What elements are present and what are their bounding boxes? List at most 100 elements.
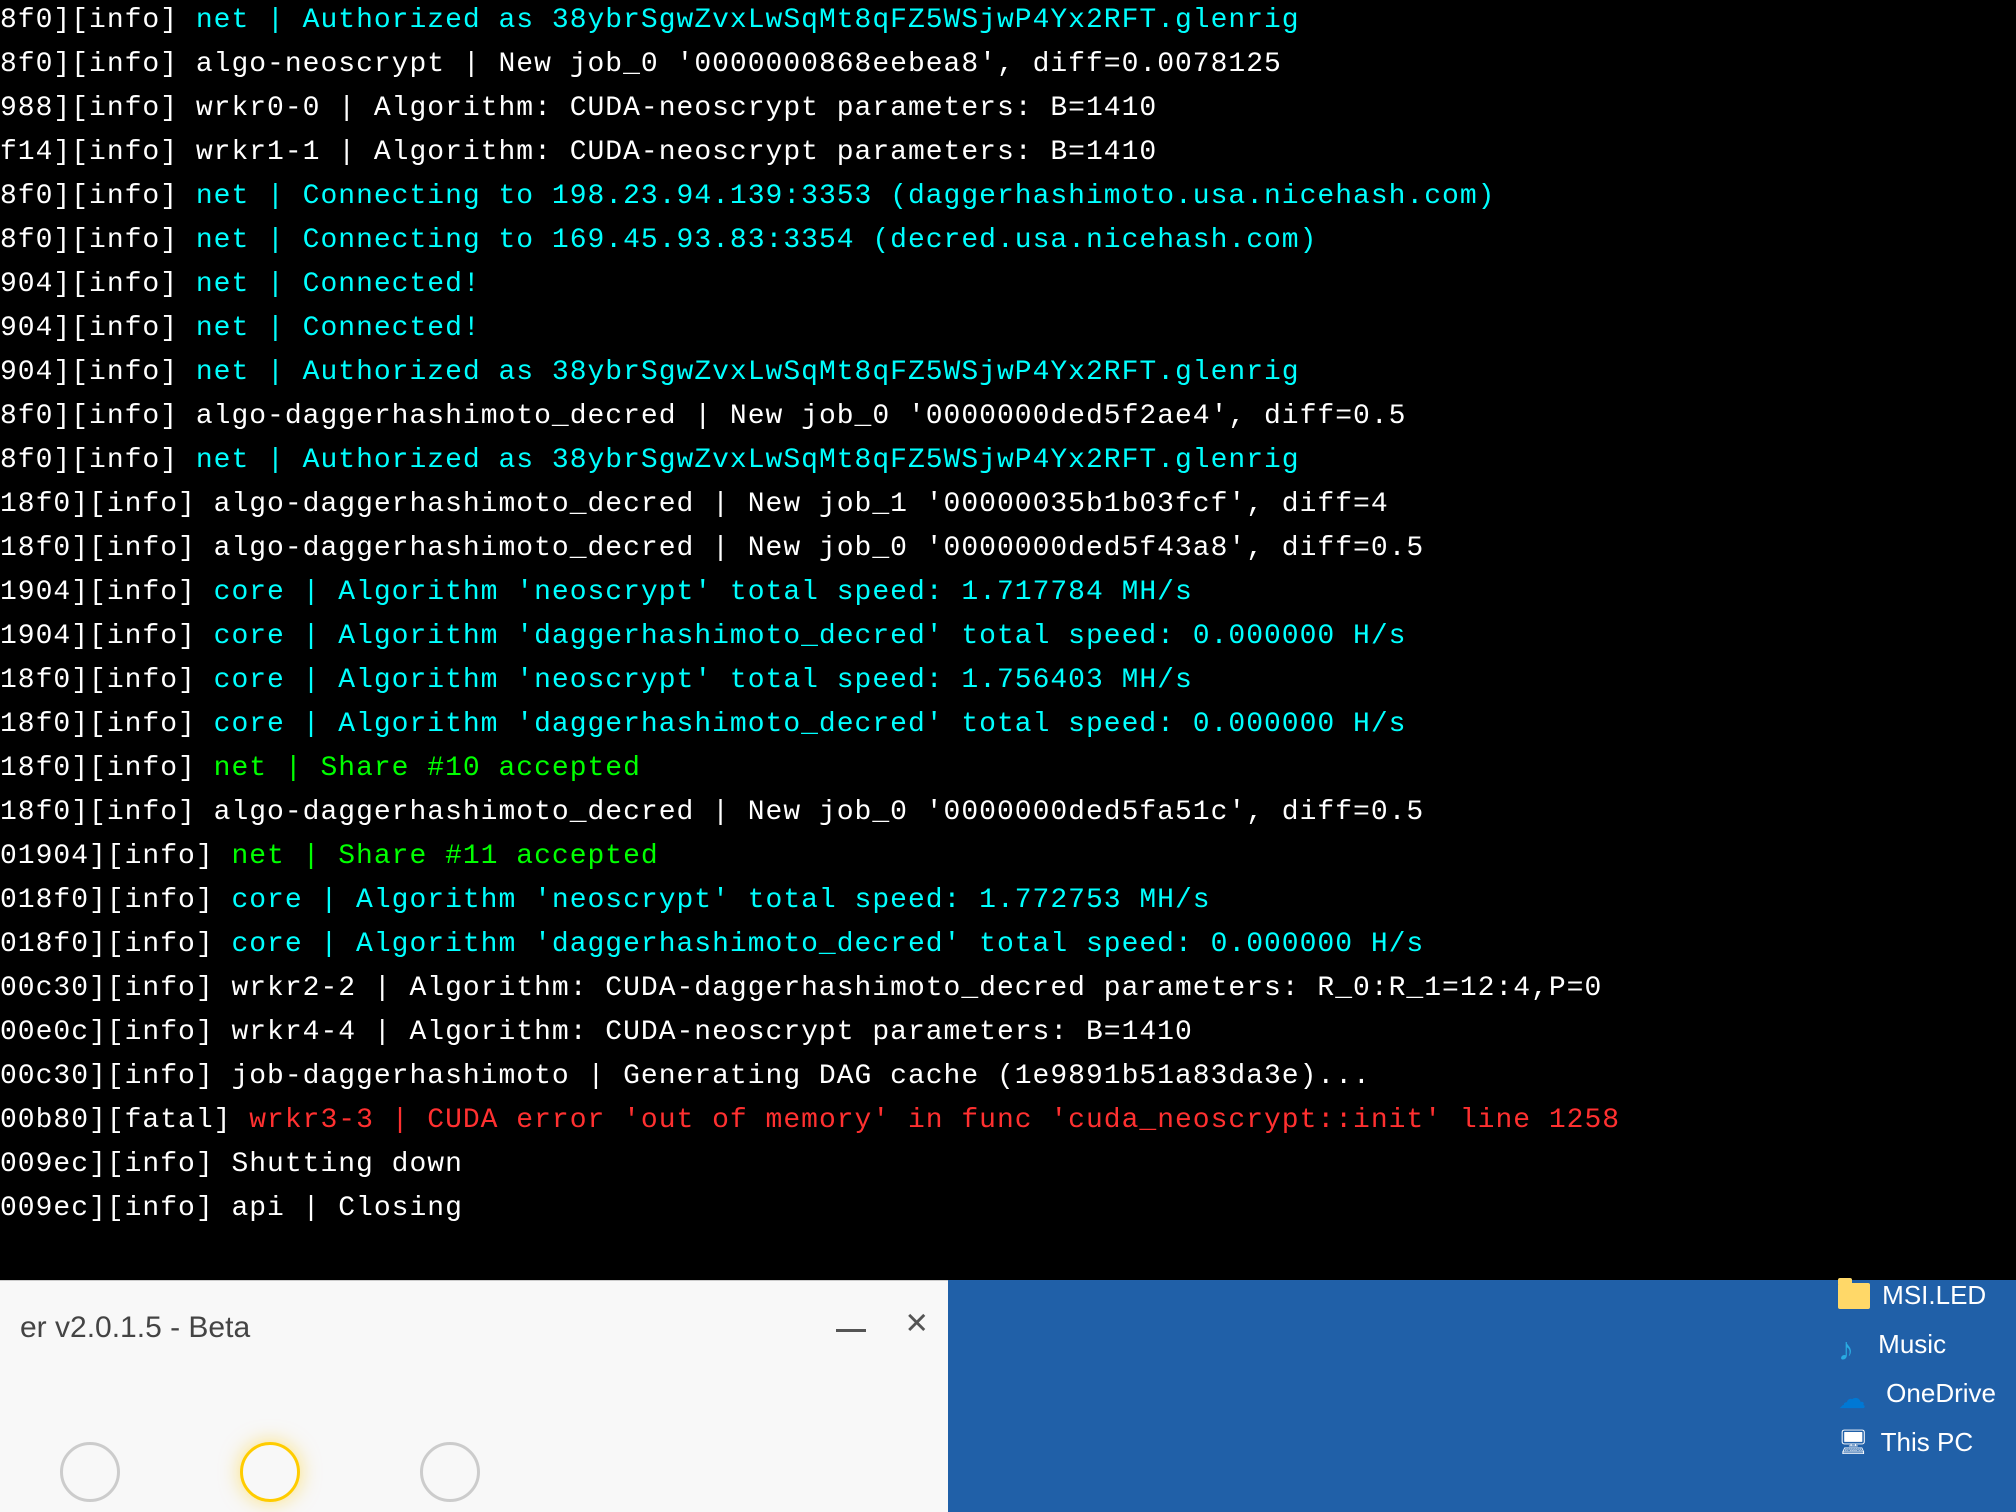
window-controls: ✕	[836, 1301, 928, 1344]
log-prefix: 00c30][info]	[0, 1061, 231, 1092]
log-prefix: 8f0][info]	[0, 181, 196, 212]
log-line: 1904][info] core | Algorithm 'daggerhash…	[0, 616, 2016, 658]
folder-icon	[1838, 1283, 1870, 1309]
close-button[interactable]: ✕	[906, 1301, 928, 1344]
log-message: Shutting down	[231, 1149, 462, 1180]
log-prefix: 18f0][info]	[0, 489, 214, 520]
log-message: net | Share #10 accepted	[214, 753, 641, 784]
log-line: 8f0][info] net | Connecting to 169.45.93…	[0, 220, 2016, 262]
log-message: wrkr4-4 | Algorithm: CUDA-neoscrypt para…	[231, 1017, 1192, 1048]
log-prefix: 18f0][info]	[0, 797, 214, 828]
desktop-icon-label: OneDrive	[1886, 1378, 1996, 1409]
log-message: wrkr2-2 | Algorithm: CUDA-daggerhashimot…	[231, 973, 1602, 1004]
desktop-icon-this-pc[interactable]: 🖥This PC	[1838, 1427, 1996, 1458]
minimize-button[interactable]	[836, 1329, 866, 1332]
desktop-icon-music[interactable]: ♪ Music	[1838, 1329, 1996, 1360]
log-prefix: 8f0][info]	[0, 445, 196, 476]
log-line: 00c30][info] wrkr2-2 | Algorithm: CUDA-d…	[0, 968, 2016, 1010]
log-prefix: 18f0][info]	[0, 753, 214, 784]
log-line: 8f0][info] algo-daggerhashimoto_decred |…	[0, 396, 2016, 438]
log-message: core | Algorithm 'neoscrypt' total speed…	[231, 885, 1210, 916]
log-line: 8f0][info] algo-neoscrypt | New job_0 '0…	[0, 44, 2016, 86]
log-prefix: 009ec][info]	[0, 1193, 231, 1224]
log-line: f14][info] wrkr1-1 | Algorithm: CUDA-neo…	[0, 132, 2016, 174]
pc-icon: 🖥	[1838, 1428, 1868, 1457]
desktop-icon-label: MSI.LED	[1882, 1280, 1986, 1311]
log-message: core | Algorithm 'neoscrypt' total speed…	[214, 577, 1193, 608]
log-message: net | Authorized as 38ybrSgwZvxLwSqMt8qF…	[196, 445, 1300, 476]
status-circle-3[interactable]	[420, 1442, 480, 1502]
log-line: 009ec][info] Shutting down	[0, 1144, 2016, 1186]
desktop-icon-msi-led[interactable]: MSI.LED	[1838, 1280, 1996, 1311]
log-prefix: 904][info]	[0, 357, 196, 388]
desktop-icon-label: Music	[1878, 1329, 1946, 1360]
log-message: core | Algorithm 'neoscrypt' total speed…	[214, 665, 1193, 696]
log-message: api | Closing	[231, 1193, 462, 1224]
log-line: 01904][info] net | Share #11 accepted	[0, 836, 2016, 878]
log-message: algo-daggerhashimoto_decred | New job_0 …	[214, 797, 1425, 828]
log-line: 8f0][info] net | Authorized as 38ybrSgwZ…	[0, 0, 2016, 42]
log-prefix: 18f0][info]	[0, 533, 214, 564]
log-line: 988][info] wrkr0-0 | Algorithm: CUDA-neo…	[0, 88, 2016, 130]
log-line: 1904][info] core | Algorithm 'neoscrypt'…	[0, 572, 2016, 614]
log-prefix: 009ec][info]	[0, 1149, 231, 1180]
log-prefix: 904][info]	[0, 269, 196, 300]
log-message: net | Authorized as 38ybrSgwZvxLwSqMt8qF…	[196, 5, 1300, 36]
onedrive-icon: ☁	[1838, 1382, 1874, 1406]
log-message: core | Algorithm 'daggerhashimoto_decred…	[214, 709, 1407, 740]
log-prefix: 8f0][info]	[0, 225, 196, 256]
log-message: net | Share #11 accepted	[231, 841, 658, 872]
log-line: 904][info] net | Authorized as 38ybrSgwZ…	[0, 352, 2016, 394]
log-line: 00b80][fatal] wrkr3-3 | CUDA error 'out …	[0, 1100, 2016, 1142]
desktop-background[interactable]: MSI.LED ♪ Music☁ OneDrive 🖥This PC	[948, 1280, 2016, 1512]
desktop-icons-list: MSI.LED ♪ Music☁ OneDrive 🖥This PC	[1838, 1280, 1996, 1458]
log-message: net | Authorized as 38ybrSgwZvxLwSqMt8qF…	[196, 357, 1300, 388]
log-message: net | Connecting to 198.23.94.139:3353 (…	[196, 181, 1496, 212]
log-prefix: 8f0][info]	[0, 5, 196, 36]
log-line: 18f0][info] core | Algorithm 'neoscrypt'…	[0, 660, 2016, 702]
log-line: 18f0][info] algo-daggerhashimoto_decred …	[0, 528, 2016, 570]
log-message: core | Algorithm 'daggerhashimoto_decred…	[214, 621, 1407, 652]
log-line: 018f0][info] core | Algorithm 'daggerhas…	[0, 924, 2016, 966]
log-prefix: 1904][info]	[0, 621, 214, 652]
log-message: algo-daggerhashimoto_decred | New job_0 …	[214, 533, 1425, 564]
log-line: 18f0][info] algo-daggerhashimoto_decred …	[0, 484, 2016, 526]
log-line: 00c30][info] job-daggerhashimoto | Gener…	[0, 1056, 2016, 1098]
log-line: 8f0][info] net | Authorized as 38ybrSgwZ…	[0, 440, 2016, 482]
log-line: 904][info] net | Connected!	[0, 264, 2016, 306]
log-line: 8f0][info] net | Connecting to 198.23.94…	[0, 176, 2016, 218]
log-line: 009ec][info] api | Closing	[0, 1188, 2016, 1230]
log-line: 904][info] net | Connected!	[0, 308, 2016, 350]
terminal-output[interactable]: 8f0][info] net | Authorized as 38ybrSgwZ…	[0, 0, 2016, 1280]
log-prefix: 904][info]	[0, 313, 196, 344]
desktop-area: er v2.0.1.5 - Beta ✕ MSI.LED ♪ Music☁ OneDr…	[0, 1280, 2016, 1512]
log-message: algo-neoscrypt | New job_0 '0000000868ee…	[196, 49, 1282, 80]
log-line: 18f0][info] core | Algorithm 'daggerhash…	[0, 704, 2016, 746]
log-message: net | Connected!	[196, 313, 481, 344]
log-prefix: 018f0][info]	[0, 885, 231, 916]
log-prefix: 1904][info]	[0, 577, 214, 608]
log-message: wrkr1-1 | Algorithm: CUDA-neoscrypt para…	[196, 137, 1157, 168]
log-message: wrkr3-3 | CUDA error 'out of memory' in …	[249, 1105, 1620, 1136]
log-prefix: 18f0][info]	[0, 665, 214, 696]
status-circle-1[interactable]	[60, 1442, 120, 1502]
log-message: job-daggerhashimoto | Generating DAG cac…	[231, 1061, 1370, 1092]
desktop-icon-onedrive[interactable]: ☁ OneDrive	[1838, 1378, 1996, 1409]
log-prefix: 00c30][info]	[0, 973, 231, 1004]
log-line: 18f0][info] algo-daggerhashimoto_decred …	[0, 792, 2016, 834]
log-message: algo-daggerhashimoto_decred | New job_0 …	[196, 401, 1407, 432]
music-icon: ♪	[1838, 1331, 1866, 1359]
log-line: 018f0][info] core | Algorithm 'neoscrypt…	[0, 880, 2016, 922]
window-title: er v2.0.1.5 - Beta	[20, 1311, 928, 1345]
log-line: 18f0][info] net | Share #10 accepted	[0, 748, 2016, 790]
status-circles	[60, 1442, 480, 1502]
log-prefix: f14][info]	[0, 137, 196, 168]
log-prefix: 00b80][fatal]	[0, 1105, 249, 1136]
log-message: wrkr0-0 | Algorithm: CUDA-neoscrypt para…	[196, 93, 1157, 124]
log-prefix: 01904][info]	[0, 841, 231, 872]
log-prefix: 8f0][info]	[0, 401, 196, 432]
status-circle-2-active[interactable]	[240, 1442, 300, 1502]
miner-app-window[interactable]: er v2.0.1.5 - Beta ✕	[0, 1280, 948, 1512]
log-message: core | Algorithm 'daggerhashimoto_decred…	[231, 929, 1424, 960]
log-prefix: 988][info]	[0, 93, 196, 124]
